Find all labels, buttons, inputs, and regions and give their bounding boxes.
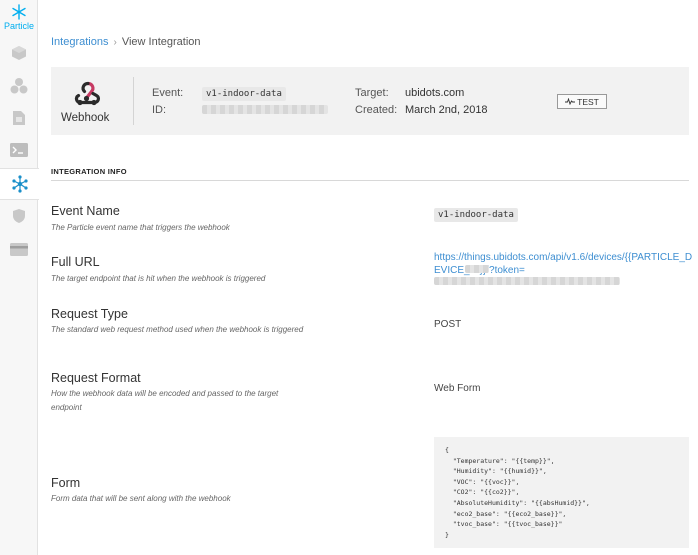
particle-star-icon <box>12 4 26 20</box>
created-value: March 2nd, 2018 <box>405 104 488 116</box>
logo-label: Particle <box>3 21 34 31</box>
token-redacted-1 <box>465 265 489 273</box>
integration-header-card: Webhook Event: v1-indoor-data ID: Target… <box>51 67 689 135</box>
event-label: Event: <box>152 87 184 99</box>
event-name-desc: The Particle event name that triggers th… <box>51 223 230 232</box>
sidebar-item-products[interactable] <box>0 70 38 102</box>
event-name-label: Event Name <box>51 204 120 218</box>
header-divider <box>133 77 134 125</box>
terminal-icon <box>10 143 28 157</box>
id-value-redacted <box>202 105 328 114</box>
event-value: v1-indoor-data <box>202 87 286 101</box>
request-format-label: Request Format <box>51 371 141 385</box>
sim-card-icon <box>13 111 25 125</box>
form-desc: Form data that will be sent along with t… <box>51 494 231 503</box>
section-title: INTEGRATION INFO <box>51 167 127 176</box>
token-redacted-2 <box>434 277 620 285</box>
sidebar-item-authentication[interactable] <box>0 200 38 232</box>
target-value: ubidots.com <box>405 87 465 99</box>
form-code-block: { "Temperature": "{{temp}}", "Humidity":… <box>434 437 689 548</box>
breadcrumb-current: View Integration <box>121 36 201 48</box>
full-url-label: Full URL <box>51 255 100 269</box>
pulse-icon <box>565 98 576 105</box>
request-type-value: POST <box>434 319 462 330</box>
section-divider <box>51 180 689 181</box>
request-type-desc: The standard web request method used whe… <box>51 325 304 334</box>
sidebar-item-devices[interactable] <box>0 37 38 69</box>
sidebar-item-console[interactable] <box>0 134 38 166</box>
full-url-desc: The target endpoint that is hit when the… <box>51 274 266 283</box>
sidebar-item-integrations[interactable] <box>0 168 39 200</box>
particle-logo[interactable]: Particle <box>0 4 38 34</box>
breadcrumb: Integrations › View Integration <box>51 36 201 48</box>
webhook-icon <box>74 81 101 106</box>
full-url-value[interactable]: https://things.ubidots.com/api/v1.6/devi… <box>434 251 696 277</box>
event-name-value: v1-indoor-data <box>434 208 518 222</box>
request-type-label: Request Type <box>51 307 128 321</box>
test-button[interactable]: TEST <box>557 94 607 109</box>
breadcrumb-separator: › <box>113 37 117 48</box>
credit-card-icon <box>10 242 28 256</box>
integrations-icon <box>11 175 28 193</box>
sidebar: Particle <box>0 0 39 555</box>
sidebar-item-billing[interactable] <box>0 233 38 265</box>
breadcrumb-integrations-link[interactable]: Integrations <box>51 36 108 48</box>
created-label: Created: <box>355 104 398 116</box>
integration-type-label: Webhook <box>61 112 110 124</box>
request-format-value: Web Form <box>434 383 481 394</box>
request-format-desc: How the webhook data will be encoded and… <box>51 389 279 412</box>
cube-icon <box>12 46 26 60</box>
form-label: Form <box>51 476 81 490</box>
sidebar-item-sim-cards[interactable] <box>0 102 38 134</box>
test-button-label: TEST <box>577 96 599 107</box>
target-label: Target: <box>355 87 389 99</box>
shield-icon <box>13 209 25 223</box>
cluster-icon <box>10 78 28 94</box>
id-label: ID: <box>152 104 167 116</box>
